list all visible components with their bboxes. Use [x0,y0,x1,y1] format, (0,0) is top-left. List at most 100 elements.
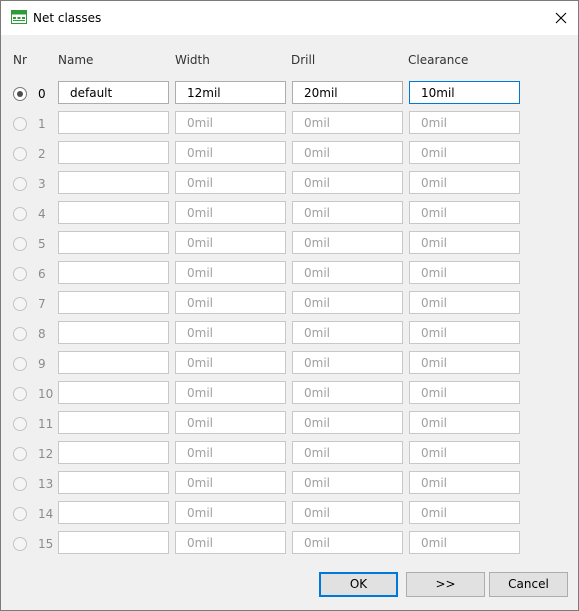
cancel-button[interactable]: Cancel [489,572,568,597]
drill-input[interactable] [292,411,403,434]
row-select-radio[interactable] [13,447,27,461]
column-header-clearance: Clearance [408,53,469,67]
clearance-input[interactable] [409,171,520,194]
width-input[interactable] [175,531,286,554]
row-number: 11 [38,417,54,431]
row-select-radio[interactable] [13,147,27,161]
clearance-input[interactable] [409,141,520,164]
width-input[interactable] [175,291,286,314]
name-input[interactable] [58,321,169,344]
name-input[interactable] [58,471,169,494]
width-input[interactable] [175,411,286,434]
table-row: 10 [1,381,578,411]
clearance-input[interactable] [409,411,520,434]
row-select-radio[interactable] [13,387,27,401]
name-input[interactable] [58,261,169,284]
row-select-radio[interactable] [13,237,27,251]
name-input[interactable] [58,231,169,254]
drill-input[interactable] [292,381,403,404]
drill-input[interactable] [292,471,403,494]
width-input[interactable] [175,471,286,494]
clearance-input[interactable] [409,291,520,314]
next-button[interactable]: >> [406,572,485,597]
row-select-radio[interactable] [13,357,27,371]
name-input[interactable] [58,351,169,374]
clearance-input[interactable] [409,441,520,464]
width-input[interactable] [175,321,286,344]
table-row: 8 [1,321,578,351]
row-select-radio[interactable] [13,267,27,281]
row-select-radio[interactable] [13,417,27,431]
drill-input[interactable] [292,501,403,524]
row-select-radio[interactable] [13,537,27,551]
clearance-input[interactable] [409,261,520,284]
close-icon [555,12,567,24]
close-button[interactable] [544,1,578,35]
row-select-radio[interactable] [13,87,27,101]
clearance-input[interactable] [409,471,520,494]
clearance-input[interactable] [409,381,520,404]
drill-input[interactable] [292,81,403,104]
width-input[interactable] [175,351,286,374]
drill-input[interactable] [292,291,403,314]
width-input[interactable] [175,231,286,254]
width-input[interactable] [175,501,286,524]
column-header-name: Name [58,53,94,67]
clearance-input[interactable] [409,351,520,374]
name-input[interactable] [58,171,169,194]
clearance-input[interactable] [409,501,520,524]
name-input[interactable] [58,441,169,464]
drill-input[interactable] [292,201,403,224]
width-input[interactable] [175,381,286,404]
width-input[interactable] [175,201,286,224]
drill-input[interactable] [292,321,403,344]
width-input[interactable] [175,171,286,194]
row-select-radio[interactable] [13,177,27,191]
drill-input[interactable] [292,111,403,134]
row-select-radio[interactable] [13,507,27,521]
title-bar: Net classes [1,1,578,35]
name-input[interactable] [58,111,169,134]
row-select-radio[interactable] [13,297,27,311]
width-input[interactable] [175,441,286,464]
drill-input[interactable] [292,171,403,194]
name-input[interactable] [58,411,169,434]
row-select-radio[interactable] [13,207,27,221]
table-row: 15 [1,531,578,561]
drill-input[interactable] [292,531,403,554]
drill-input[interactable] [292,261,403,284]
clearance-input[interactable] [409,201,520,224]
clearance-input[interactable] [409,81,520,104]
drill-input[interactable] [292,441,403,464]
name-input[interactable] [58,81,169,104]
net-classes-dialog: Net classes Nr Name Width Drill Clearanc… [0,0,579,611]
row-select-radio[interactable] [13,117,27,131]
width-input[interactable] [175,81,286,104]
clearance-input[interactable] [409,531,520,554]
drill-input[interactable] [292,351,403,374]
clearance-input[interactable] [409,111,520,134]
name-input[interactable] [58,201,169,224]
table-row: 2 [1,141,578,171]
table-row: 0 [1,81,578,111]
row-number: 0 [38,87,46,101]
row-select-radio[interactable] [13,477,27,491]
drill-input[interactable] [292,231,403,254]
width-input[interactable] [175,141,286,164]
name-input[interactable] [58,501,169,524]
ok-button[interactable]: OK [319,572,398,597]
clearance-input[interactable] [409,231,520,254]
table-row: 7 [1,291,578,321]
clearance-input[interactable] [409,321,520,344]
width-input[interactable] [175,111,286,134]
table-row: 11 [1,411,578,441]
name-input[interactable] [58,381,169,404]
name-input[interactable] [58,291,169,314]
row-number: 14 [38,507,54,521]
row-select-radio[interactable] [13,327,27,341]
width-input[interactable] [175,261,286,284]
name-input[interactable] [58,141,169,164]
table-row: 6 [1,261,578,291]
name-input[interactable] [58,531,169,554]
drill-input[interactable] [292,141,403,164]
